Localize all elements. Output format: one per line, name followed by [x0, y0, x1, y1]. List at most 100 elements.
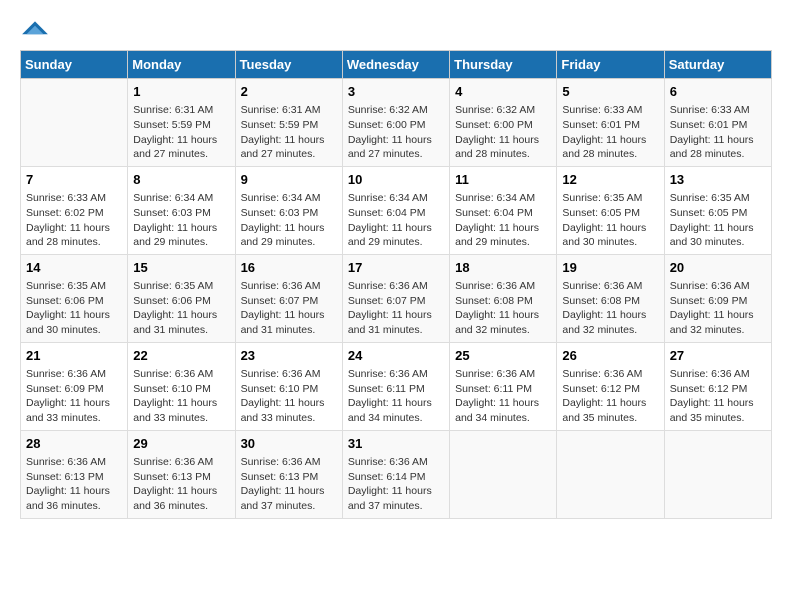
day-info: Sunrise: 6:36 AMSunset: 6:12 PMDaylight:… — [670, 367, 766, 426]
day-info: Sunrise: 6:34 AMSunset: 6:03 PMDaylight:… — [133, 191, 229, 250]
calendar-body: 1 Sunrise: 6:31 AMSunset: 5:59 PMDaylight… — [21, 79, 772, 519]
calendar-cell: 1 Sunrise: 6:31 AMSunset: 5:59 PMDaylight… — [128, 79, 235, 167]
day-info: Sunrise: 6:34 AMSunset: 6:04 PMDaylight:… — [348, 191, 444, 250]
day-info: Sunrise: 6:36 AMSunset: 6:11 PMDaylight:… — [348, 367, 444, 426]
day-info: Sunrise: 6:36 AMSunset: 6:12 PMDaylight:… — [562, 367, 658, 426]
day-number: 28 — [26, 435, 122, 453]
calendar-cell: 24 Sunrise: 6:36 AMSunset: 6:11 PMDayligh… — [342, 342, 449, 430]
calendar-cell: 9 Sunrise: 6:34 AMSunset: 6:03 PMDaylight… — [235, 166, 342, 254]
calendar-cell: 21Sunrise: 6:36 AMSunset: 6:09 PMDayligh… — [21, 342, 128, 430]
header-friday: Friday — [557, 51, 664, 79]
calendar-cell: 3Sunrise: 6:32 AMSunset: 6:00 PMDaylight… — [342, 79, 449, 167]
calendar-cell: 2 Sunrise: 6:31 AMSunset: 5:59 PMDaylight… — [235, 79, 342, 167]
calendar-cell: 17 Sunrise: 6:36 AMSunset: 6:07 PMDayligh… — [342, 254, 449, 342]
day-number: 17 — [348, 259, 444, 277]
calendar-cell: 22 Sunrise: 6:36 AMSunset: 6:10 PMDayligh… — [128, 342, 235, 430]
day-info: Sunrise: 6:31 AMSunset: 5:59 PMDaylight:… — [241, 103, 337, 162]
calendar-cell: 31 Sunrise: 6:36 AMSunset: 6:14 PMDayligh… — [342, 430, 449, 518]
calendar-cell: 27 Sunrise: 6:36 AMSunset: 6:12 PMDayligh… — [664, 342, 771, 430]
day-number: 29 — [133, 435, 229, 453]
day-info: Sunrise: 6:35 AMSunset: 6:06 PMDaylight:… — [133, 279, 229, 338]
calendar-cell: 25 Sunrise: 6:36 AMSunset: 6:11 PMDayligh… — [450, 342, 557, 430]
day-number: 6 — [670, 83, 766, 101]
calendar-cell: 13 Sunrise: 6:35 AMSunset: 6:05 PMDayligh… — [664, 166, 771, 254]
day-number: 10 — [348, 171, 444, 189]
calendar-cell: 8 Sunrise: 6:34 AMSunset: 6:03 PMDaylight… — [128, 166, 235, 254]
day-number: 14 — [26, 259, 122, 277]
header-monday: Monday — [128, 51, 235, 79]
calendar-cell — [557, 430, 664, 518]
logo — [20, 20, 54, 40]
header-thursday: Thursday — [450, 51, 557, 79]
logo-icon — [20, 20, 50, 40]
calendar-cell: 5Sunrise: 6:33 AMSunset: 6:01 PMDaylight… — [557, 79, 664, 167]
day-number: 7 — [26, 171, 122, 189]
day-number: 25 — [455, 347, 551, 365]
day-info: Sunrise: 6:35 AMSunset: 6:05 PMDaylight:… — [562, 191, 658, 250]
calendar-cell: 7 Sunrise: 6:33 AMSunset: 6:02 PMDaylight… — [21, 166, 128, 254]
day-number: 2 — [241, 83, 337, 101]
calendar-cell: 10 Sunrise: 6:34 AMSunset: 6:04 PMDayligh… — [342, 166, 449, 254]
page-header — [20, 20, 772, 40]
calendar-cell — [450, 430, 557, 518]
week-row-5: 28 Sunrise: 6:36 AMSunset: 6:13 PMDayligh… — [21, 430, 772, 518]
day-number: 24 — [348, 347, 444, 365]
day-number: 26 — [562, 347, 658, 365]
day-number: 11 — [455, 171, 551, 189]
day-info: Sunrise: 6:36 AMSunset: 6:11 PMDaylight:… — [455, 367, 551, 426]
day-info: Sunrise: 6:35 AMSunset: 6:05 PMDaylight:… — [670, 191, 766, 250]
calendar-header-row: SundayMondayTuesdayWednesdayThursdayFrid… — [21, 51, 772, 79]
day-info: Sunrise: 6:33 AMSunset: 6:02 PMDaylight:… — [26, 191, 122, 250]
day-number: 15 — [133, 259, 229, 277]
day-number: 23 — [241, 347, 337, 365]
day-info: Sunrise: 6:36 AMSunset: 6:13 PMDaylight:… — [26, 455, 122, 514]
day-info: Sunrise: 6:36 AMSunset: 6:07 PMDaylight:… — [241, 279, 337, 338]
calendar-cell: 15 Sunrise: 6:35 AMSunset: 6:06 PMDayligh… — [128, 254, 235, 342]
day-number: 18 — [455, 259, 551, 277]
calendar-table: SundayMondayTuesdayWednesdayThursdayFrid… — [20, 50, 772, 519]
day-number: 27 — [670, 347, 766, 365]
day-number: 31 — [348, 435, 444, 453]
calendar-cell: 18 Sunrise: 6:36 AMSunset: 6:08 PMDayligh… — [450, 254, 557, 342]
day-number: 30 — [241, 435, 337, 453]
calendar-cell: 29 Sunrise: 6:36 AMSunset: 6:13 PMDayligh… — [128, 430, 235, 518]
calendar-cell: 11 Sunrise: 6:34 AMSunset: 6:04 PMDayligh… — [450, 166, 557, 254]
header-wednesday: Wednesday — [342, 51, 449, 79]
day-info: Sunrise: 6:34 AMSunset: 6:03 PMDaylight:… — [241, 191, 337, 250]
week-row-1: 1 Sunrise: 6:31 AMSunset: 5:59 PMDaylight… — [21, 79, 772, 167]
day-info: Sunrise: 6:36 AMSunset: 6:10 PMDaylight:… — [133, 367, 229, 426]
day-info: Sunrise: 6:31 AMSunset: 5:59 PMDaylight:… — [133, 103, 229, 162]
calendar-cell: 16Sunrise: 6:36 AMSunset: 6:07 PMDayligh… — [235, 254, 342, 342]
calendar-cell: 6 Sunrise: 6:33 AMSunset: 6:01 PMDaylight… — [664, 79, 771, 167]
day-info: Sunrise: 6:36 AMSunset: 6:07 PMDaylight:… — [348, 279, 444, 338]
day-info: Sunrise: 6:36 AMSunset: 6:08 PMDaylight:… — [562, 279, 658, 338]
day-number: 20 — [670, 259, 766, 277]
week-row-4: 21Sunrise: 6:36 AMSunset: 6:09 PMDayligh… — [21, 342, 772, 430]
day-info: Sunrise: 6:36 AMSunset: 6:08 PMDaylight:… — [455, 279, 551, 338]
day-info: Sunrise: 6:36 AMSunset: 6:09 PMDaylight:… — [670, 279, 766, 338]
calendar-cell: 12 Sunrise: 6:35 AMSunset: 6:05 PMDayligh… — [557, 166, 664, 254]
calendar-cell: 30 Sunrise: 6:36 AMSunset: 6:13 PMDayligh… — [235, 430, 342, 518]
day-number: 9 — [241, 171, 337, 189]
week-row-3: 14 Sunrise: 6:35 AMSunset: 6:06 PMDayligh… — [21, 254, 772, 342]
day-number: 12 — [562, 171, 658, 189]
day-number: 5 — [562, 83, 658, 101]
day-number: 4 — [455, 83, 551, 101]
day-info: Sunrise: 6:33 AMSunset: 6:01 PMDaylight:… — [670, 103, 766, 162]
day-info: Sunrise: 6:36 AMSunset: 6:13 PMDaylight:… — [241, 455, 337, 514]
calendar-cell: 23 Sunrise: 6:36 AMSunset: 6:10 PMDayligh… — [235, 342, 342, 430]
day-info: Sunrise: 6:34 AMSunset: 6:04 PMDaylight:… — [455, 191, 551, 250]
day-info: Sunrise: 6:32 AMSunset: 6:00 PMDaylight:… — [348, 103, 444, 162]
day-info: Sunrise: 6:36 AMSunset: 6:10 PMDaylight:… — [241, 367, 337, 426]
day-number: 1 — [133, 83, 229, 101]
day-info: Sunrise: 6:36 AMSunset: 6:13 PMDaylight:… — [133, 455, 229, 514]
day-number: 22 — [133, 347, 229, 365]
calendar-cell — [664, 430, 771, 518]
day-info: Sunrise: 6:36 AMSunset: 6:14 PMDaylight:… — [348, 455, 444, 514]
calendar-cell: 19Sunrise: 6:36 AMSunset: 6:08 PMDayligh… — [557, 254, 664, 342]
week-row-2: 7 Sunrise: 6:33 AMSunset: 6:02 PMDaylight… — [21, 166, 772, 254]
day-info: Sunrise: 6:32 AMSunset: 6:00 PMDaylight:… — [455, 103, 551, 162]
day-number: 8 — [133, 171, 229, 189]
day-number: 13 — [670, 171, 766, 189]
header-sunday: Sunday — [21, 51, 128, 79]
